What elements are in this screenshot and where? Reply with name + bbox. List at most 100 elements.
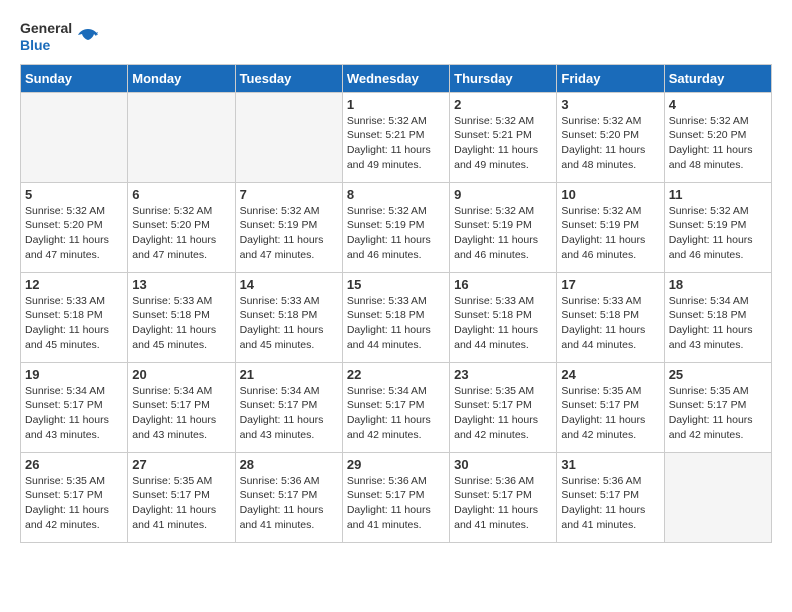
day-number: 23 <box>454 367 552 382</box>
calendar-cell: 7 Sunrise: 5:32 AM Sunset: 5:19 PM Daylig… <box>235 182 342 272</box>
calendar-cell: 21 Sunrise: 5:34 AM Sunset: 5:17 PM Dayli… <box>235 362 342 452</box>
day-number: 17 <box>561 277 659 292</box>
calendar-week-row: 19 Sunrise: 5:34 AM Sunset: 5:17 PM Dayli… <box>21 362 772 452</box>
calendar-cell <box>235 92 342 182</box>
calendar-week-row: 12 Sunrise: 5:33 AM Sunset: 5:18 PM Dayli… <box>21 272 772 362</box>
calendar-cell: 19 Sunrise: 5:34 AM Sunset: 5:17 PM Dayli… <box>21 362 128 452</box>
day-number: 15 <box>347 277 445 292</box>
calendar-cell: 4Sunrise: 5:32 AM Sunset: 5:20 PM Daylig… <box>664 92 771 182</box>
day-number: 28 <box>240 457 338 472</box>
logo-general: General <box>20 20 72 37</box>
day-number: 9 <box>454 187 552 202</box>
calendar-cell: 14 Sunrise: 5:33 AM Sunset: 5:18 PM Dayli… <box>235 272 342 362</box>
cell-info: Sunrise: 5:32 AM Sunset: 5:19 PM Dayligh… <box>669 204 767 263</box>
calendar-cell: 12 Sunrise: 5:33 AM Sunset: 5:18 PM Dayli… <box>21 272 128 362</box>
cell-info: Sunrise: 5:34 AM Sunset: 5:17 PM Dayligh… <box>240 384 338 443</box>
cell-info: Sunrise: 5:32 AM Sunset: 5:20 PM Dayligh… <box>132 204 230 263</box>
calendar-cell: 28 Sunrise: 5:36 AM Sunset: 5:17 PM Dayli… <box>235 452 342 542</box>
logo-text-block: General Blue <box>20 20 72 54</box>
calendar-cell: 30Sunrise: 5:36 AM Sunset: 5:17 PM Dayli… <box>450 452 557 542</box>
day-number: 14 <box>240 277 338 292</box>
cell-info: Sunrise: 5:36 AM Sunset: 5:17 PM Dayligh… <box>561 474 659 533</box>
cell-info: Sunrise: 5:35 AM Sunset: 5:17 PM Dayligh… <box>561 384 659 443</box>
cell-info: Sunrise: 5:36 AM Sunset: 5:17 PM Dayligh… <box>240 474 338 533</box>
day-number: 12 <box>25 277 123 292</box>
calendar-week-row: 5 Sunrise: 5:32 AM Sunset: 5:20 PM Daylig… <box>21 182 772 272</box>
day-number: 31 <box>561 457 659 472</box>
cell-info: Sunrise: 5:35 AM Sunset: 5:17 PM Dayligh… <box>669 384 767 443</box>
day-number: 24 <box>561 367 659 382</box>
cell-info: Sunrise: 5:33 AM Sunset: 5:18 PM Dayligh… <box>25 294 123 353</box>
cell-info: Sunrise: 5:36 AM Sunset: 5:17 PM Dayligh… <box>347 474 445 533</box>
day-number: 1 <box>347 97 445 112</box>
day-number: 2 <box>454 97 552 112</box>
day-number: 7 <box>240 187 338 202</box>
logo-blue: Blue <box>20 37 50 54</box>
cell-info: Sunrise: 5:32 AM Sunset: 5:21 PM Dayligh… <box>454 114 552 173</box>
day-number: 19 <box>25 367 123 382</box>
cell-info: Sunrise: 5:32 AM Sunset: 5:20 PM Dayligh… <box>25 204 123 263</box>
cell-info: Sunrise: 5:32 AM Sunset: 5:20 PM Dayligh… <box>669 114 767 173</box>
day-number: 10 <box>561 187 659 202</box>
day-number: 26 <box>25 457 123 472</box>
day-number: 29 <box>347 457 445 472</box>
calendar-cell: 2 Sunrise: 5:32 AM Sunset: 5:21 PM Daylig… <box>450 92 557 182</box>
calendar-cell: 13Sunrise: 5:33 AM Sunset: 5:18 PM Dayli… <box>128 272 235 362</box>
calendar-cell <box>21 92 128 182</box>
calendar-cell: 31 Sunrise: 5:36 AM Sunset: 5:17 PM Dayli… <box>557 452 664 542</box>
cell-info: Sunrise: 5:33 AM Sunset: 5:18 PM Dayligh… <box>240 294 338 353</box>
calendar-table: SundayMondayTuesdayWednesdayThursdayFrid… <box>20 64 772 543</box>
weekday-header: Saturday <box>664 64 771 92</box>
weekday-header: Sunday <box>21 64 128 92</box>
calendar-cell <box>128 92 235 182</box>
calendar-cell: 8 Sunrise: 5:32 AM Sunset: 5:19 PM Daylig… <box>342 182 449 272</box>
cell-info: Sunrise: 5:33 AM Sunset: 5:18 PM Dayligh… <box>347 294 445 353</box>
calendar-week-row: 1 Sunrise: 5:32 AM Sunset: 5:21 PM Daylig… <box>21 92 772 182</box>
logo-bird-icon <box>76 25 100 49</box>
cell-info: Sunrise: 5:35 AM Sunset: 5:17 PM Dayligh… <box>132 474 230 533</box>
day-number: 25 <box>669 367 767 382</box>
weekday-header-row: SundayMondayTuesdayWednesdayThursdayFrid… <box>21 64 772 92</box>
calendar-cell: 25 Sunrise: 5:35 AM Sunset: 5:17 PM Dayli… <box>664 362 771 452</box>
calendar-cell: 16 Sunrise: 5:33 AM Sunset: 5:18 PM Dayli… <box>450 272 557 362</box>
cell-info: Sunrise: 5:32 AM Sunset: 5:19 PM Dayligh… <box>347 204 445 263</box>
cell-info: Sunrise: 5:34 AM Sunset: 5:17 PM Dayligh… <box>25 384 123 443</box>
weekday-header: Wednesday <box>342 64 449 92</box>
calendar-cell <box>664 452 771 542</box>
calendar-cell: 17Sunrise: 5:33 AM Sunset: 5:18 PM Dayli… <box>557 272 664 362</box>
day-number: 8 <box>347 187 445 202</box>
cell-info: Sunrise: 5:32 AM Sunset: 5:19 PM Dayligh… <box>561 204 659 263</box>
day-number: 3 <box>561 97 659 112</box>
calendar-cell: 22 Sunrise: 5:34 AM Sunset: 5:17 PM Dayli… <box>342 362 449 452</box>
cell-info: Sunrise: 5:32 AM Sunset: 5:19 PM Dayligh… <box>454 204 552 263</box>
calendar-cell: 26 Sunrise: 5:35 AM Sunset: 5:17 PM Dayli… <box>21 452 128 542</box>
day-number: 16 <box>454 277 552 292</box>
logo: General Blue <box>20 20 100 54</box>
weekday-header: Monday <box>128 64 235 92</box>
cell-info: Sunrise: 5:32 AM Sunset: 5:20 PM Dayligh… <box>561 114 659 173</box>
cell-info: Sunrise: 5:32 AM Sunset: 5:21 PM Dayligh… <box>347 114 445 173</box>
calendar-cell: 9 Sunrise: 5:32 AM Sunset: 5:19 PM Daylig… <box>450 182 557 272</box>
day-number: 11 <box>669 187 767 202</box>
weekday-header: Tuesday <box>235 64 342 92</box>
day-number: 5 <box>25 187 123 202</box>
day-number: 6 <box>132 187 230 202</box>
day-number: 20 <box>132 367 230 382</box>
weekday-header: Friday <box>557 64 664 92</box>
day-number: 27 <box>132 457 230 472</box>
page-header: General Blue <box>20 20 772 54</box>
cell-info: Sunrise: 5:34 AM Sunset: 5:17 PM Dayligh… <box>132 384 230 443</box>
calendar-cell: 15 Sunrise: 5:33 AM Sunset: 5:18 PM Dayli… <box>342 272 449 362</box>
calendar-cell: 1 Sunrise: 5:32 AM Sunset: 5:21 PM Daylig… <box>342 92 449 182</box>
cell-info: Sunrise: 5:33 AM Sunset: 5:18 PM Dayligh… <box>454 294 552 353</box>
day-number: 13 <box>132 277 230 292</box>
cell-info: Sunrise: 5:34 AM Sunset: 5:17 PM Dayligh… <box>347 384 445 443</box>
day-number: 18 <box>669 277 767 292</box>
calendar-cell: 6 Sunrise: 5:32 AM Sunset: 5:20 PM Daylig… <box>128 182 235 272</box>
calendar-cell: 29 Sunrise: 5:36 AM Sunset: 5:17 PM Dayli… <box>342 452 449 542</box>
day-number: 21 <box>240 367 338 382</box>
cell-info: Sunrise: 5:35 AM Sunset: 5:17 PM Dayligh… <box>25 474 123 533</box>
day-number: 22 <box>347 367 445 382</box>
cell-info: Sunrise: 5:32 AM Sunset: 5:19 PM Dayligh… <box>240 204 338 263</box>
calendar-cell: 18Sunrise: 5:34 AM Sunset: 5:18 PM Dayli… <box>664 272 771 362</box>
